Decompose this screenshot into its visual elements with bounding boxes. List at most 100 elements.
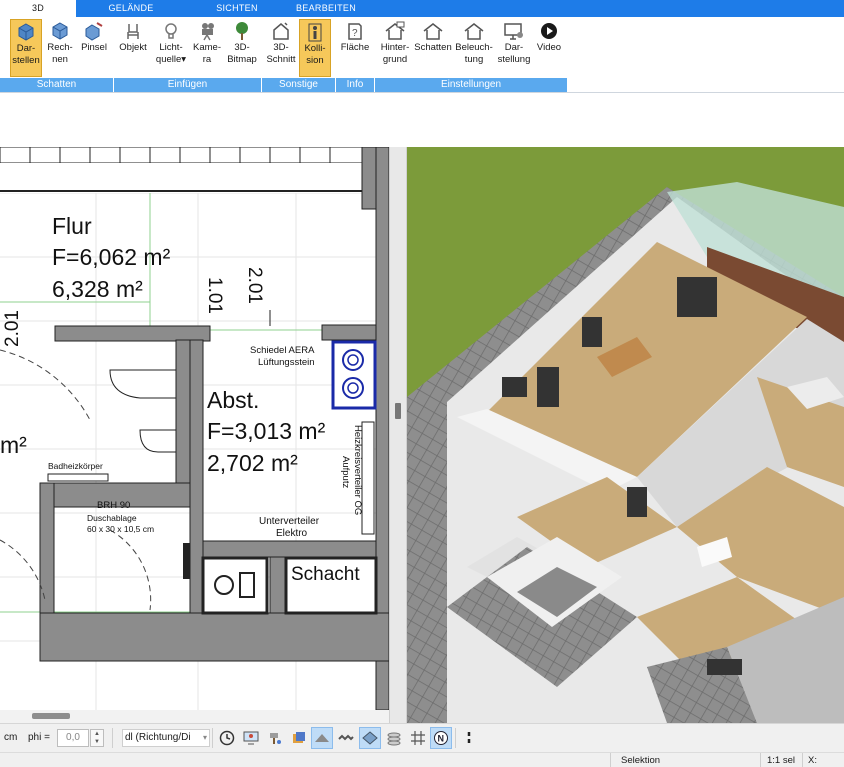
label-unterverteiler: Unterverteiler	[259, 516, 320, 527]
stack-icon[interactable]	[383, 727, 405, 749]
ribbon-button-kollision[interactable]: Kolli- sion	[299, 19, 331, 77]
grid-icon[interactable]	[407, 727, 429, 749]
label-aufputz: Aufputz	[340, 456, 351, 489]
status-separator	[802, 753, 803, 767]
pin-icon[interactable]	[458, 727, 480, 749]
ribbon-button-kamera[interactable]: Kame- ra	[191, 19, 223, 77]
north-icon[interactable]: N	[430, 727, 452, 749]
button-label: Schatten	[414, 42, 452, 53]
camera-icon	[202, 23, 214, 41]
label-elektro: Elektro	[276, 528, 308, 539]
button-label: Pinsel	[81, 42, 107, 53]
ramp-icon[interactable]	[311, 727, 333, 749]
button-label: Fläche	[340, 42, 370, 53]
label-badheizkoerper: Badheizkörper	[48, 461, 103, 471]
phi-label: phi =	[28, 732, 50, 743]
diamond-icon[interactable]	[359, 727, 381, 749]
plan-horizontal-scrollbar[interactable]	[0, 710, 389, 723]
status-scale: 1:1 sel	[767, 755, 795, 766]
dimension-label: 2.01	[244, 267, 265, 304]
label-brh: BRH 90	[97, 500, 131, 511]
layers-icon[interactable]	[288, 727, 310, 749]
button-label: 3D-	[273, 42, 289, 53]
bottom-toolbar: cm phi = 0,0 ▲ ▼ dl (Richtung/Di ▾ N	[0, 723, 844, 752]
direction-combo-value: dl (Richtung/Di	[125, 732, 191, 743]
button-label: ra	[202, 54, 212, 65]
button-label: grund	[382, 54, 408, 65]
status-x-label: X:	[808, 755, 817, 766]
toolbar-separator	[112, 728, 113, 748]
room-area-flur: F=6,062 m²	[52, 244, 171, 270]
toolbar-separator	[212, 728, 213, 748]
clock-icon[interactable]	[216, 727, 238, 749]
paint-icon[interactable]	[264, 727, 286, 749]
button-label: Rech-	[47, 42, 73, 53]
area-info-icon: ?	[348, 23, 362, 40]
group-label-schatten: Schatten	[0, 78, 113, 92]
splitter-grip-icon[interactable]	[395, 403, 401, 419]
button-label: stellen	[12, 55, 40, 66]
ribbon-button-darstellung[interactable]: Dar- stellung	[494, 19, 534, 77]
wave-icon[interactable]	[335, 727, 357, 749]
label-lueftungsstein: Lüftungsstein	[258, 357, 315, 368]
ribbon-button-3d-schnitt[interactable]: 3D- Schnitt	[264, 19, 298, 77]
room-area-abst: F=3,013 m²	[207, 418, 326, 444]
room-name-flur: Flur	[52, 213, 92, 239]
direction-combo[interactable]: dl (Richtung/Di ▾	[122, 729, 210, 747]
ribbon-button-beleuchtung[interactable]: Beleuch- tung	[454, 19, 494, 77]
3d-view[interactable]	[407, 147, 844, 723]
status-separator	[610, 753, 611, 767]
status-mode: Selektion	[621, 755, 661, 766]
ribbon-button-darstellen[interactable]: Dar- stellen	[10, 19, 42, 77]
button-label: Objekt	[119, 42, 147, 53]
house-shadow-icon	[423, 23, 443, 40]
button-label: nen	[52, 54, 68, 65]
cube-brush-icon	[85, 22, 103, 41]
button-label: Hinter-	[380, 42, 410, 53]
room-name-schacht: Schacht	[291, 564, 360, 585]
ribbon-button-video[interactable]: Video	[534, 19, 564, 77]
monitor-person-icon[interactable]	[240, 727, 262, 749]
phi-input[interactable]: 0,0	[57, 729, 89, 747]
view-splitter[interactable]	[389, 147, 407, 723]
ribbon-button-flaeche[interactable]: ? Fläche	[338, 19, 372, 77]
tab-bearbeiten[interactable]: BEARBEITEN	[290, 0, 362, 17]
app-window: 3D GELÄNDE SICHTEN BEARBEITEN Dar- stell…	[0, 0, 844, 767]
tab-gelaende[interactable]: GELÄNDE	[96, 0, 166, 17]
button-label: stellung	[497, 54, 531, 65]
button-label: Licht-	[159, 42, 183, 53]
dimension-label: 2.01	[2, 310, 23, 347]
phi-stepper[interactable]: ▲ ▼	[90, 729, 104, 747]
button-label: sion	[306, 55, 324, 66]
ribbon-button-pinsel[interactable]: Pinsel	[78, 19, 110, 77]
button-label: 3D-	[234, 42, 250, 53]
ribbon-button-hintergrund[interactable]: Hinter- grund	[376, 19, 414, 77]
cube-display-icon	[18, 23, 34, 41]
button-label: tung	[464, 54, 484, 65]
tab-sichten[interactable]: SICHTEN	[204, 0, 270, 17]
room-area-flur-net: 6,328 m²	[52, 276, 143, 302]
room-name-abst: Abst.	[207, 387, 260, 413]
button-label: Kame-	[193, 42, 221, 53]
ribbon-button-lichtquelle[interactable]: Licht- quelle▾	[154, 19, 188, 77]
label-duschablage-size: 60 x 30 x 10,5 cm	[87, 524, 155, 534]
chevron-up-icon[interactable]: ▲	[91, 730, 103, 738]
button-label: Video	[536, 42, 562, 53]
button-label: Dar-	[16, 43, 36, 54]
group-label-sonstige: Sonstige	[262, 78, 335, 92]
chair-icon	[127, 24, 139, 39]
chevron-down-icon[interactable]: ▼	[91, 738, 103, 746]
status-separator	[760, 753, 761, 767]
button-label: Kolli-	[304, 43, 326, 54]
person-collision-icon	[308, 23, 322, 42]
scrollbar-thumb[interactable]	[32, 713, 70, 719]
room-area-abst-net: 2,702 m²	[207, 450, 298, 476]
ribbon-button-rechnen[interactable]: Rech- nen	[44, 19, 76, 77]
ribbon-button-3d-bitmap[interactable]: 3D- Bitmap	[225, 19, 259, 77]
floor-plan-view[interactable]: Flur F=6,062 m² 6,328 m² 1.01 2.01 2.01 …	[0, 147, 389, 710]
ribbon-button-objekt[interactable]: Objekt	[116, 19, 150, 77]
group-label-einstellungen: Einstellungen	[375, 78, 567, 92]
tab-3d[interactable]: 3D	[0, 0, 76, 17]
toolbar-separator	[455, 728, 456, 748]
ribbon-button-schatten[interactable]: Schatten	[412, 19, 454, 77]
